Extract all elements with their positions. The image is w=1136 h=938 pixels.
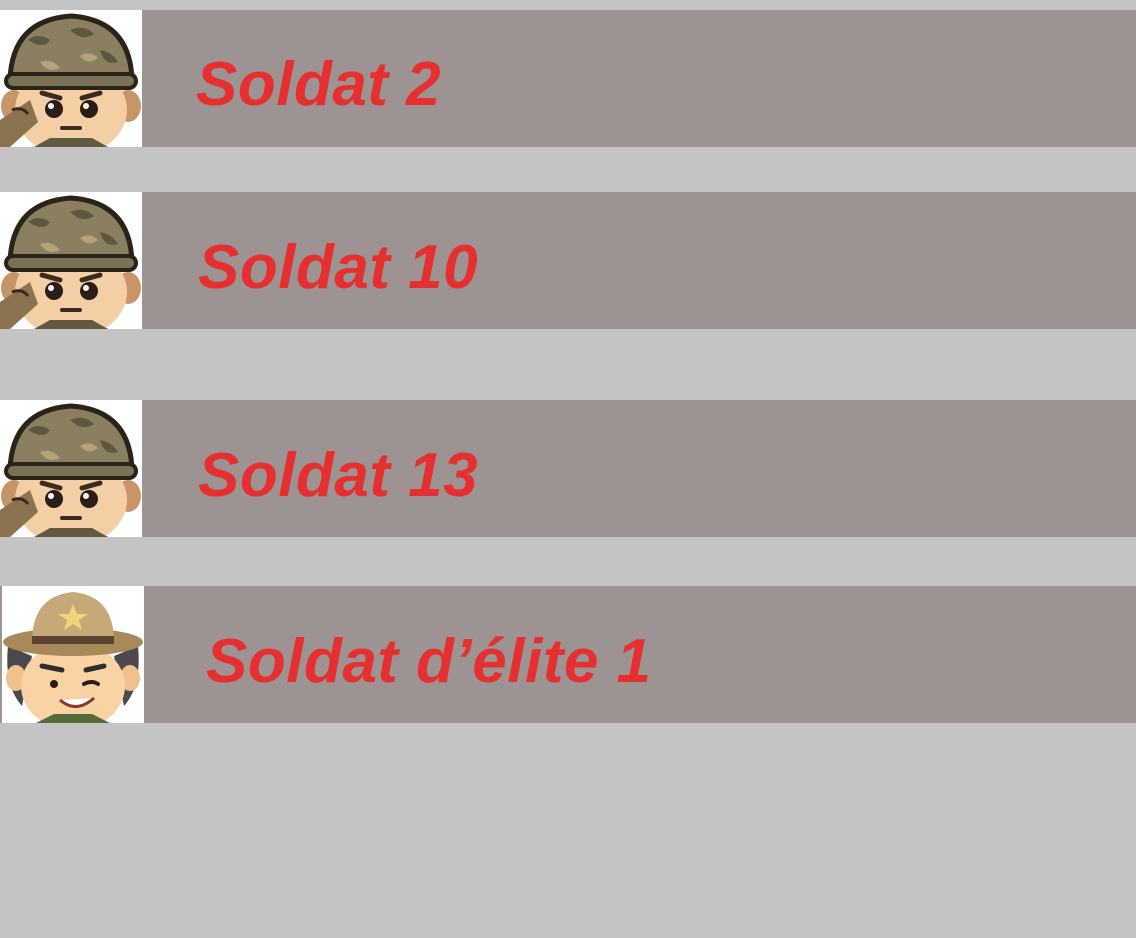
list-item-label: Soldat 2 bbox=[196, 50, 442, 119]
list-item[interactable]: Soldat 13 bbox=[0, 400, 1136, 537]
helmet-soldier-icon bbox=[0, 400, 142, 537]
helmet-soldier-icon bbox=[0, 10, 142, 147]
list-item[interactable]: Soldat d’élite 1 bbox=[0, 586, 1136, 723]
list-item-label: Soldat 10 bbox=[198, 233, 479, 302]
helmet-soldier-icon bbox=[0, 192, 142, 329]
ranger-hat-soldier-icon bbox=[2, 586, 144, 723]
list-item-label: Soldat 13 bbox=[198, 441, 479, 510]
list-item[interactable]: Soldat 2 bbox=[0, 10, 1136, 147]
list-item-label: Soldat d’élite 1 bbox=[206, 627, 652, 696]
list-item[interactable]: Soldat 10 bbox=[0, 192, 1136, 329]
